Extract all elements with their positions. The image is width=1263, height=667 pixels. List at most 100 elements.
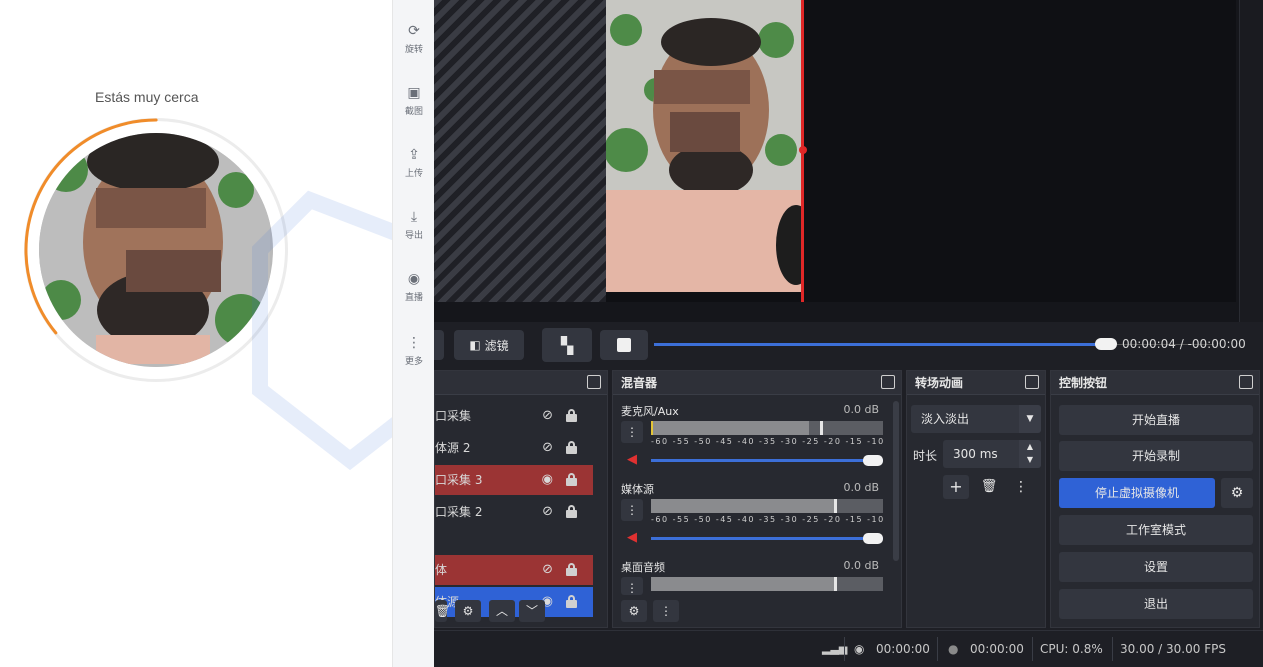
settings-button[interactable]: 设置 (1059, 552, 1253, 582)
gear-icon: ⚙ (628, 604, 640, 618)
cpu-usage: CPU: 0.8% (1040, 642, 1103, 656)
kebab-icon: ⋮ (626, 581, 638, 595)
volume-track (651, 537, 883, 540)
chevron-up-icon: ︿ (495, 604, 508, 618)
visibility-off-icon[interactable]: ⊘ (542, 401, 553, 431)
preview-canvas[interactable] (434, 0, 1263, 322)
transition-menu-button[interactable]: ⋮ (1011, 475, 1031, 499)
status-separator (1112, 637, 1113, 661)
transitions-dock-header: 转场动画 (907, 371, 1045, 395)
kebab-icon: ⋮ (626, 503, 638, 517)
sources-dock: 口采集 ⊘ 体源 2 ⊘ 口采集 3 ◉ 口采集 2 ⊘ 体 ⊘ ◉ 🗑 ⚙ ︿… (434, 370, 608, 628)
media-controls-bar: ◧ 滤镜 ▚ 00:00:04 / -00:00:00 (434, 322, 1263, 368)
duration-spinbox[interactable]: 300 ms ▲ ▼ (943, 440, 1041, 468)
toolbar-export[interactable]: ⤓ 导出 (393, 208, 435, 241)
sources-list: 口采集 ⊘ 体源 2 ⊘ 口采集 3 ◉ 口采集 2 ⊘ 体 ⊘ ◉ (435, 395, 593, 617)
sources-dock-header (435, 371, 607, 395)
upload-icon: ⇪ (408, 147, 420, 163)
undock-icon[interactable] (881, 375, 895, 389)
start-streaming-button[interactable]: 开始直播 (1059, 405, 1253, 435)
toolbar-more[interactable]: ⋮ 更多 (393, 334, 435, 367)
source-item-selected-warning[interactable]: 口采集 3 ◉ (435, 465, 593, 495)
volume-track (651, 459, 883, 462)
lock-icon[interactable] (566, 505, 577, 518)
source-item[interactable]: 口采集 ⊘ (435, 401, 593, 431)
play-pause-button[interactable]: ▚ (542, 328, 592, 362)
filters-button[interactable]: ◧ 滤镜 (454, 330, 524, 360)
stop-virtual-camera-button[interactable]: 停止虚拟摄像机 (1059, 478, 1215, 508)
exit-button[interactable]: 退出 (1059, 589, 1253, 619)
channel-menu-button[interactable]: ⋮ (621, 499, 643, 521)
lock-icon[interactable] (566, 473, 577, 486)
mixer-dock-header: 混音器 (613, 371, 901, 395)
obs-window: ◧ 滤镜 ▚ 00:00:04 / -00:00:00 口采集 ⊘ 体源 2 ⊘… (434, 0, 1263, 667)
remove-source-button[interactable]: 🗑 (435, 600, 451, 622)
source-item[interactable]: 口采集 2 ⊘ (435, 497, 593, 527)
controls-dock: 控制按钮 开始直播 开始录制 停止虚拟摄像机 ⚙ 工作室模式 设置 退出 (1050, 370, 1260, 628)
channel-menu-button[interactable]: ⋮ (621, 421, 643, 443)
visibility-off-icon[interactable]: ⊘ (542, 497, 553, 527)
trash-icon: 🗑 (435, 604, 451, 618)
cursor-icon: ▚ (560, 335, 574, 355)
source-properties-button[interactable]: ⚙ (455, 600, 481, 622)
source-item-warning[interactable]: 体 ⊘ (435, 555, 593, 585)
status-separator (1032, 637, 1033, 661)
lock-icon[interactable] (566, 595, 577, 608)
filter-icon: ◧ (469, 338, 481, 352)
verification-hint: Estás muy cerca (95, 89, 199, 105)
volume-slider[interactable] (863, 533, 883, 544)
transitions-dock: 转场动画 淡入淡出 ▼ 时长 300 ms ▲ ▼ + 🗑 ⋮ (906, 370, 1046, 628)
toolbar-live[interactable]: ◉ 直播 (393, 270, 435, 303)
transition-select[interactable]: 淡入淡出 ▼ (911, 405, 1041, 433)
camera-face-image (39, 133, 273, 367)
status-separator (937, 637, 938, 661)
kebab-icon: ⋮ (1014, 479, 1028, 495)
toolbar-rotate[interactable]: ⟳ 旋转 (393, 22, 435, 55)
move-up-button[interactable]: ︿ (489, 600, 515, 622)
trash-icon: 🗑 (980, 479, 998, 494)
source-item[interactable]: 体源 2 ⊘ (435, 433, 593, 463)
lock-icon[interactable] (566, 441, 577, 454)
live-icon: ◉ (407, 271, 421, 287)
resize-handle[interactable] (799, 146, 807, 154)
face-capture-ring (24, 118, 288, 382)
virtual-camera-settings-button[interactable]: ⚙ (1221, 478, 1253, 508)
visibility-on-icon[interactable]: ◉ (542, 465, 553, 495)
mute-speaker-icon[interactable]: ◀ (621, 529, 643, 547)
studio-mode-button[interactable]: 工作室模式 (1059, 515, 1253, 545)
mute-speaker-icon[interactable]: ◀ (621, 451, 643, 469)
move-down-button[interactable]: ﹀ (519, 600, 545, 622)
preview-scrollbar[interactable] (1239, 0, 1263, 322)
lock-icon[interactable] (566, 409, 577, 422)
toolbar-upload[interactable]: ⇪ 上传 (393, 146, 435, 179)
visibility-off-icon[interactable]: ⊘ (542, 433, 553, 463)
record-icon: ● (948, 642, 959, 656)
start-recording-button[interactable]: 开始录制 (1059, 441, 1253, 471)
camera-source-preview[interactable] (606, 0, 802, 292)
plus-icon: + (949, 477, 963, 496)
mixer-menu-button[interactable]: ⋮ (653, 600, 679, 622)
media-time: 00:00:04 / -00:00:00 (1122, 337, 1246, 351)
spin-arrows-icon: ▲ ▼ (1019, 440, 1041, 468)
toolbar-screenshot[interactable]: ▣ 截图 (393, 84, 435, 117)
more-icon: ⋮ (407, 335, 421, 351)
mixer-dock: 混音器 麦克风/Aux 0.0 dB ⋮ -60 -55 -50 -45 -40… (612, 370, 902, 628)
undock-icon[interactable] (1239, 375, 1253, 389)
audio-meter (651, 499, 883, 513)
mixer-scrollbar[interactable] (893, 401, 899, 561)
add-transition-button[interactable]: + (943, 475, 969, 499)
remove-transition-button[interactable]: 🗑 (977, 475, 1001, 499)
advanced-audio-button[interactable]: ⚙ (621, 600, 647, 622)
undock-icon[interactable] (1025, 375, 1039, 389)
record-time: 00:00:00 (970, 642, 1024, 656)
undock-icon[interactable] (587, 375, 601, 389)
side-toolbar: ⟳ 旋转 ▣ 截图 ⇪ 上传 ⤓ 导出 ◉ 直播 ⋮ 更多 (392, 0, 434, 667)
lock-icon[interactable] (566, 563, 577, 576)
visibility-off-icon[interactable]: ⊘ (542, 555, 553, 585)
volume-slider[interactable] (863, 455, 883, 466)
channel-menu-button[interactable]: ⋮ (621, 577, 643, 595)
chevron-down-icon: ▼ (1019, 405, 1041, 433)
stop-button[interactable] (600, 330, 648, 360)
seek-slider[interactable] (1095, 338, 1117, 350)
properties-button[interactable] (434, 330, 444, 360)
